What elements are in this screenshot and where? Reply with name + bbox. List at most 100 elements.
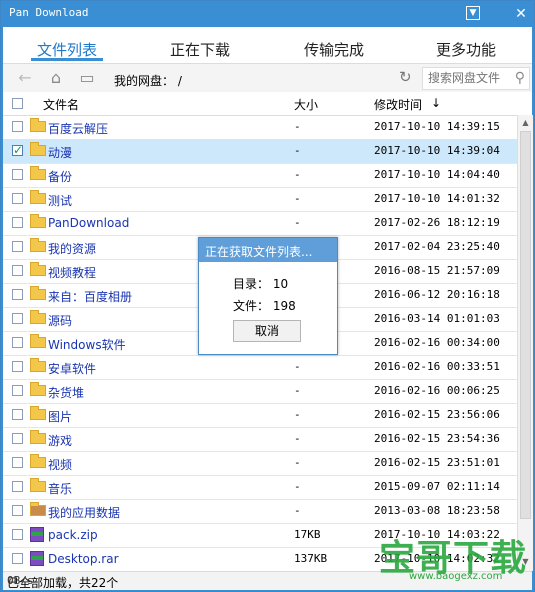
column-size[interactable]: 大小 (294, 96, 318, 113)
file-row[interactable]: 游戏 - 2016-02-15 23:54:36 (3, 427, 517, 452)
title-bar[interactable]: Pan Download ▼ ✕ (1, 1, 534, 27)
folder-icon (30, 478, 46, 492)
file-row[interactable]: PanDownload - 2017-02-26 18:12:19 (3, 211, 517, 236)
tab-bar: 文件列表 正在下载 传输完成 更多功能 (3, 27, 532, 63)
row-checkbox[interactable] (12, 433, 23, 444)
column-modified[interactable]: 修改时间 (374, 96, 422, 113)
file-name[interactable]: 测试 (48, 192, 72, 209)
file-modified: 2016-02-16 00:06:25 (374, 384, 500, 397)
row-checkbox[interactable] (12, 217, 23, 228)
file-modified: 2016-06-12 20:16:18 (374, 288, 500, 301)
tab-completed[interactable]: 传输完成 (304, 39, 364, 60)
home-icon[interactable]: ⌂ (47, 70, 65, 86)
file-row[interactable]: 百度云解压 - 2017-10-10 14:39:15 (3, 115, 517, 140)
file-name[interactable]: 音乐 (48, 480, 72, 497)
file-modified: 2016-02-15 23:51:01 (374, 456, 500, 469)
folder-icon (30, 118, 46, 132)
vertical-scrollbar[interactable]: ▲ ▼ (517, 115, 533, 571)
scroll-thumb[interactable] (520, 131, 531, 519)
dialog-dir-count: 目录： 10 (233, 277, 289, 291)
file-size: 17KB (294, 528, 321, 541)
row-checkbox[interactable] (12, 289, 23, 300)
file-name[interactable]: pack.zip (48, 528, 98, 542)
file-row[interactable]: 动漫 - 2017-10-10 14:39:04 (3, 139, 517, 164)
row-checkbox[interactable] (12, 385, 23, 396)
dialog-title-bar: 正在获取文件列表... (199, 238, 337, 262)
file-name[interactable]: 图片 (48, 408, 72, 425)
folder-icon (30, 238, 46, 252)
row-checkbox[interactable] (12, 361, 23, 372)
tab-file-list[interactable]: 文件列表 (37, 39, 97, 60)
file-modified: 2017-10-10 14:39:04 (374, 144, 500, 157)
file-name[interactable]: Windows软件 (48, 336, 126, 353)
file-modified: 2016-02-15 23:54:36 (374, 432, 500, 445)
row-checkbox[interactable] (12, 481, 23, 492)
file-name[interactable]: 视频教程 (48, 264, 96, 281)
row-checkbox[interactable] (12, 337, 23, 348)
file-row[interactable]: 备份 - 2017-10-10 14:04:40 (3, 163, 517, 188)
current-path: 我的网盘： / (114, 74, 182, 88)
watermark-logo: 宝哥下载 www.baogexz.com (379, 529, 529, 589)
refresh-icon[interactable]: ↻ (399, 69, 415, 85)
file-name[interactable]: Desktop.rar (48, 552, 119, 566)
file-row[interactable]: 图片 - 2016-02-15 23:56:06 (3, 403, 517, 428)
row-checkbox[interactable] (12, 241, 23, 252)
file-modified: 2016-02-16 00:33:51 (374, 360, 500, 373)
tab-downloading[interactable]: 正在下载 (170, 39, 230, 60)
back-arrow-icon[interactable]: ← (16, 70, 34, 86)
file-name[interactable]: 源码 (48, 312, 72, 329)
file-name[interactable]: 游戏 (48, 432, 72, 449)
row-checkbox[interactable] (12, 529, 23, 540)
file-name[interactable]: 视频 (48, 456, 72, 473)
file-size: 137KB (294, 552, 328, 565)
file-row[interactable]: 视频 - 2016-02-15 23:51:01 (3, 451, 517, 476)
file-name[interactable]: 备份 (48, 168, 72, 185)
select-all-checkbox[interactable] (12, 98, 23, 109)
row-checkbox[interactable] (12, 121, 23, 132)
file-row[interactable]: 我的应用数据 - 2013-03-08 18:23:58 (3, 499, 517, 524)
file-row[interactable]: 安卓软件 - 2016-02-16 00:33:51 (3, 355, 517, 380)
row-checkbox[interactable] (12, 169, 23, 180)
file-row[interactable]: 音乐 - 2015-09-07 02:11:14 (3, 475, 517, 500)
cancel-button[interactable]: 取消 (233, 320, 301, 342)
dialog-title: 正在获取文件列表... (205, 245, 313, 259)
file-name[interactable]: 动漫 (48, 144, 72, 161)
loading-dialog: 正在获取文件列表... 目录： 10 文件： 198 取消 (198, 237, 338, 355)
search-box[interactable]: ⚲ (422, 67, 530, 90)
file-size: - (294, 480, 301, 493)
file-name[interactable]: PanDownload (48, 216, 129, 230)
folder-icon (30, 190, 46, 204)
file-name[interactable]: 来自：百度相册 (48, 288, 132, 305)
row-checkbox[interactable] (12, 193, 23, 204)
row-checkbox[interactable] (12, 143, 23, 157)
file-modified: 2017-10-10 14:04:40 (374, 168, 500, 181)
row-checkbox[interactable] (12, 313, 23, 324)
sort-desc-icon: ↓ (431, 96, 442, 110)
column-name[interactable]: 文件名 (43, 96, 79, 113)
folder-icon (30, 142, 46, 156)
row-checkbox[interactable] (12, 457, 23, 468)
row-checkbox[interactable] (12, 505, 23, 516)
row-checkbox[interactable] (12, 553, 23, 564)
folder-icon (30, 262, 46, 276)
folder-icon (30, 382, 46, 396)
search-input[interactable] (428, 70, 508, 85)
file-size: - (294, 192, 301, 205)
file-name[interactable]: 安卓软件 (48, 360, 96, 377)
search-icon[interactable]: ⚲ (515, 70, 525, 86)
row-checkbox[interactable] (12, 265, 23, 276)
file-name[interactable]: 我的资源 (48, 240, 96, 257)
file-row[interactable]: 杂货堆 - 2016-02-16 00:06:25 (3, 379, 517, 404)
file-name[interactable]: 我的应用数据 (48, 504, 120, 521)
scroll-up-icon[interactable]: ▲ (521, 118, 530, 128)
file-size: - (294, 360, 301, 373)
row-checkbox[interactable] (12, 409, 23, 420)
file-name[interactable]: 杂货堆 (48, 384, 84, 401)
file-name[interactable]: 百度云解压 (48, 120, 108, 137)
archive-icon (30, 527, 44, 542)
close-icon[interactable]: ✕ (513, 6, 529, 22)
file-row[interactable]: 测试 - 2017-10-10 14:01:32 (3, 187, 517, 212)
tab-more[interactable]: 更多功能 (436, 39, 496, 60)
folder-up-icon[interactable]: ▭ (78, 70, 96, 86)
dropdown-menu-icon[interactable]: ▼ (466, 6, 480, 20)
